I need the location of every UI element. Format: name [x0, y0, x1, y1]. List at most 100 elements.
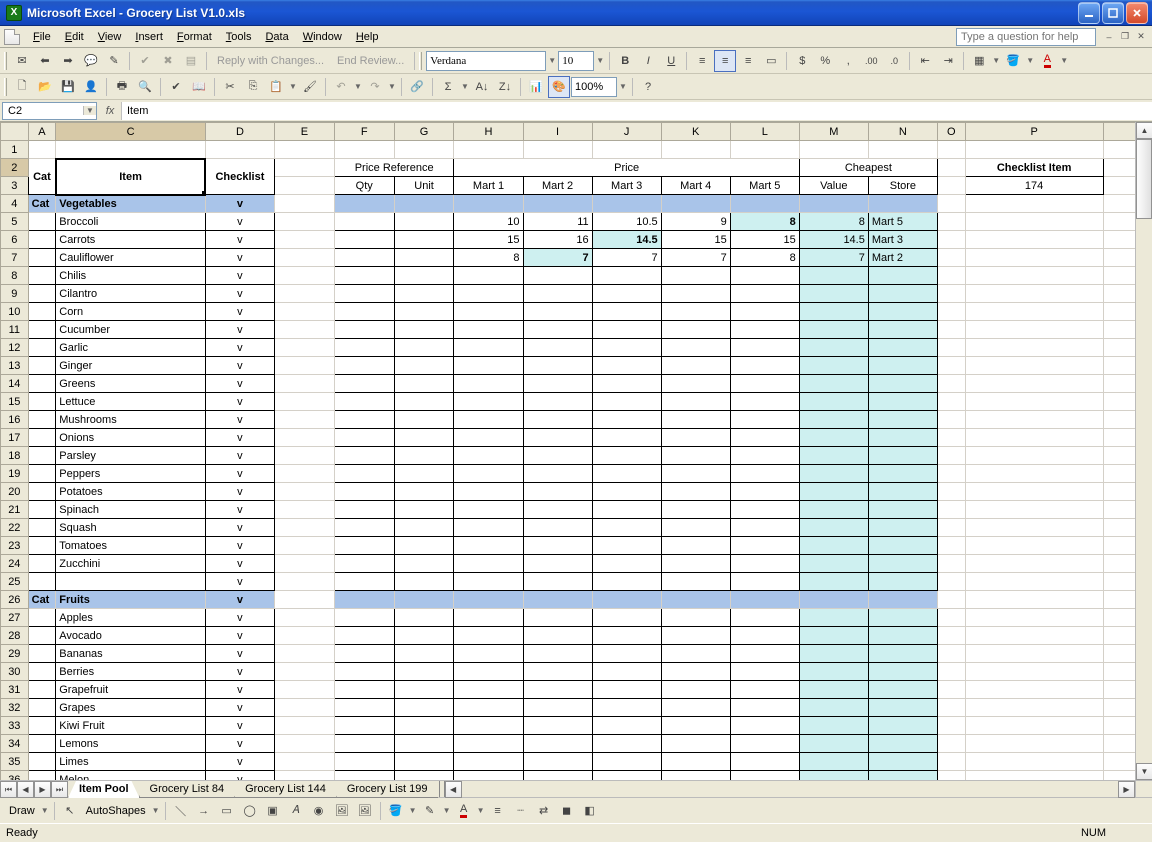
header-store[interactable]: Store: [868, 177, 937, 195]
column-header-J[interactable]: J: [592, 123, 661, 141]
name-box-dropdown[interactable]: ▼: [83, 106, 96, 115]
item-name[interactable]: Berries: [56, 663, 206, 681]
column-header-Q[interactable]: Q: [1103, 123, 1135, 141]
format-painter-icon[interactable]: 🖌: [299, 76, 321, 98]
scroll-left-button[interactable]: ◀: [445, 781, 462, 798]
item-cheapest-value[interactable]: [799, 555, 868, 573]
item-cheapest-value[interactable]: [799, 699, 868, 717]
column-header-C[interactable]: C: [56, 123, 206, 141]
item-name[interactable]: Zucchini: [56, 555, 206, 573]
item-name[interactable]: Bananas: [56, 645, 206, 663]
scroll-right-button[interactable]: ▶: [1118, 781, 1135, 798]
line-style-icon[interactable]: ≡: [487, 800, 509, 822]
item-name[interactable]: Chilis: [56, 267, 206, 285]
scroll-up-button[interactable]: ▲: [1136, 122, 1152, 139]
item-checklist[interactable]: v: [205, 735, 274, 753]
item-mart-3[interactable]: 7: [592, 249, 661, 267]
accept-change-icon[interactable]: ✔: [134, 50, 156, 72]
category-cat[interactable]: Cat: [28, 195, 56, 213]
column-header-I[interactable]: I: [523, 123, 592, 141]
row-header-2[interactable]: 2: [1, 159, 29, 177]
doc-close-button[interactable]: ✕: [1134, 30, 1148, 44]
diagram-icon[interactable]: ◉: [308, 800, 330, 822]
item-cheapest-value[interactable]: [799, 447, 868, 465]
new-comment-icon[interactable]: ✉: [11, 50, 33, 72]
item-checklist[interactable]: v: [205, 771, 274, 781]
row-header-22[interactable]: 22: [1, 519, 29, 537]
column-header-F[interactable]: F: [334, 123, 394, 141]
show-comments-icon[interactable]: 💬: [80, 50, 102, 72]
header-price-reference[interactable]: Price Reference: [334, 159, 454, 177]
item-checklist[interactable]: v: [205, 627, 274, 645]
bold-button[interactable]: B: [614, 50, 636, 72]
row-header-17[interactable]: 17: [1, 429, 29, 447]
sort-asc-icon[interactable]: A↓: [471, 76, 493, 98]
item-mart-3[interactable]: 14.5: [592, 231, 661, 249]
fill-color-button[interactable]: 🪣: [1002, 50, 1024, 72]
item-cheapest-store[interactable]: [868, 663, 937, 681]
category-name[interactable]: Vegetables: [56, 195, 206, 213]
menu-help[interactable]: Help: [349, 29, 386, 45]
item-cheapest-store[interactable]: [868, 771, 937, 781]
italic-button[interactable]: I: [637, 50, 659, 72]
increase-indent-button[interactable]: ⇥: [937, 50, 959, 72]
item-cheapest-store[interactable]: [868, 537, 937, 555]
underline-button[interactable]: U: [660, 50, 682, 72]
item-cheapest-value[interactable]: [799, 537, 868, 555]
row-header-29[interactable]: 29: [1, 645, 29, 663]
item-checklist[interactable]: v: [205, 429, 274, 447]
chevron-down-icon[interactable]: ▼: [595, 56, 605, 65]
item-checklist[interactable]: v: [205, 339, 274, 357]
row-header-24[interactable]: 24: [1, 555, 29, 573]
row-header-14[interactable]: 14: [1, 375, 29, 393]
item-cheapest-value[interactable]: [799, 753, 868, 771]
column-header-E[interactable]: E: [274, 123, 334, 141]
vertical-scrollbar[interactable]: ▲ ▼: [1135, 122, 1152, 780]
header-value[interactable]: Value: [799, 177, 868, 195]
header-mart3[interactable]: Mart 3: [592, 177, 661, 195]
comma-button[interactable]: ,: [837, 50, 859, 72]
item-cheapest-value[interactable]: [799, 357, 868, 375]
item-cheapest-value[interactable]: [799, 483, 868, 501]
item-checklist[interactable]: v: [205, 465, 274, 483]
row-header-21[interactable]: 21: [1, 501, 29, 519]
item-name[interactable]: Broccoli: [56, 213, 206, 231]
align-left-button[interactable]: ≡: [691, 50, 713, 72]
font-color-icon[interactable]: A: [453, 800, 475, 822]
item-checklist[interactable]: v: [205, 411, 274, 429]
header-mart2[interactable]: Mart 2: [523, 177, 592, 195]
item-name[interactable]: Mushrooms: [56, 411, 206, 429]
item-checklist[interactable]: v: [205, 501, 274, 519]
item-mart-2[interactable]: 7: [523, 249, 592, 267]
chart-wizard-icon[interactable]: 📊: [525, 76, 547, 98]
item-checklist[interactable]: v: [205, 573, 274, 591]
header-mart4[interactable]: Mart 4: [661, 177, 730, 195]
ask-question-box[interactable]: [956, 28, 1096, 46]
permission-icon[interactable]: 👤: [80, 76, 102, 98]
menu-insert[interactable]: Insert: [128, 29, 170, 45]
item-cheapest-store[interactable]: [868, 483, 937, 501]
print-icon[interactable]: 🖶: [111, 76, 133, 98]
tab-last-button[interactable]: ⏭: [51, 781, 68, 798]
item-cheapest-store[interactable]: [868, 753, 937, 771]
item-name[interactable]: Cilantro: [56, 285, 206, 303]
wordart-icon[interactable]: 𝐴: [285, 800, 307, 822]
item-name[interactable]: Limes: [56, 753, 206, 771]
item-name[interactable]: Potatoes: [56, 483, 206, 501]
item-mart-5[interactable]: 15: [730, 231, 799, 249]
item-mart-4[interactable]: 7: [661, 249, 730, 267]
item-checklist[interactable]: v: [205, 447, 274, 465]
item-name[interactable]: Cucumber: [56, 321, 206, 339]
item-checklist[interactable]: v: [205, 231, 274, 249]
column-header-G[interactable]: G: [394, 123, 454, 141]
column-header-H[interactable]: H: [454, 123, 523, 141]
item-checklist[interactable]: v: [205, 267, 274, 285]
clipart-icon[interactable]: 🖼: [331, 800, 353, 822]
increase-decimal-button[interactable]: .00: [860, 50, 882, 72]
row-header-26[interactable]: 26: [1, 591, 29, 609]
item-cheapest-store[interactable]: Mart 2: [868, 249, 937, 267]
row-header-18[interactable]: 18: [1, 447, 29, 465]
end-review-button[interactable]: End Review...: [331, 55, 410, 67]
autoshapes-menu-label[interactable]: AutoShapes: [82, 805, 150, 817]
paste-icon[interactable]: 📋: [265, 76, 287, 98]
